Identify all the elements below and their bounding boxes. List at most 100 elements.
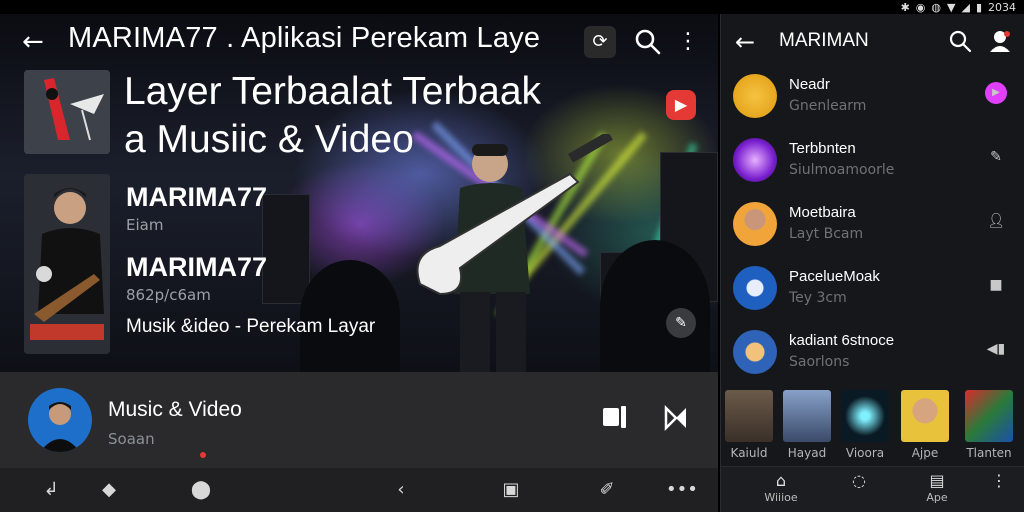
crowd-silhouette: [600, 240, 710, 372]
edit-icon[interactable]: ✎: [666, 308, 696, 338]
stop-icon[interactable]: ■: [985, 274, 1007, 296]
artist-photo-image: [24, 174, 110, 354]
play-icon[interactable]: ▶: [666, 90, 696, 120]
explore-icon: ◌: [852, 471, 866, 490]
heading-line-2: a Musiic & Video: [124, 118, 414, 161]
library-icon[interactable]: ⬤: [188, 478, 214, 502]
alarm-icon: ◉: [915, 0, 926, 14]
bottom-nav: ↲ ◆ ⬤ ‹ ▣ ✐ •••: [0, 468, 718, 512]
more-vert-icon[interactable]: ⋮: [676, 26, 700, 58]
heading-line-1: Layer Terbaalat Terbaak: [124, 70, 542, 113]
nav-label: Wiiioe: [764, 491, 798, 504]
side-bottom-nav: ⌂ Wiiioe ◌ ▤ Ape ⋮: [721, 466, 1024, 512]
mini-player[interactable]: Music & Video Soaan: [0, 372, 718, 468]
top-app-bar: ← MARIMA77 . Aplikasi Perekam Laye ⟳ ⋮: [0, 14, 718, 68]
mini-player-title: Music & Video: [108, 398, 242, 421]
album-art[interactable]: [24, 70, 110, 154]
avatar: [733, 74, 777, 118]
list-item-subtitle: Gnenlearm: [789, 98, 867, 114]
album-art-image: [24, 70, 110, 154]
list-item-name: Moetbaira: [789, 204, 856, 221]
avatar: [733, 202, 777, 246]
list-item-name: PacelueMoak: [789, 268, 880, 285]
video-heading: Layer Terbaalat Terbaak a Musiic & Video: [124, 68, 664, 164]
video-thumbnail-row: Kaiuld Hayad Vioora Ajpe Tlanten: [721, 386, 1024, 464]
edit-icon[interactable]: ✎: [985, 146, 1007, 168]
play-icon[interactable]: ▶: [985, 82, 1007, 104]
refresh-button[interactable]: ⟳: [584, 26, 616, 58]
nav-more[interactable]: ⋮: [975, 471, 1023, 491]
signal-icon: ◢: [961, 0, 970, 14]
list-item[interactable]: kadiant 6stnoce Saorlons ◀▮: [721, 324, 1024, 388]
notification-icon: ◍: [931, 0, 941, 14]
person-icon[interactable]: 👤︎: [985, 210, 1007, 232]
nav-label: Ape: [926, 491, 948, 504]
mini-player-thumbnail: [28, 388, 92, 452]
progress-indicator: [200, 452, 206, 458]
artist-name[interactable]: MARIMA77: [126, 252, 267, 283]
chevron-left-icon[interactable]: ‹: [388, 478, 414, 502]
thumbnail-image: [965, 390, 1013, 442]
thumbnail-image: [901, 390, 949, 442]
tabs-icon[interactable]: ▣: [498, 478, 524, 502]
amplifier: [262, 194, 310, 304]
avatar: [733, 138, 777, 182]
thumbnail-tile[interactable]: Kaiuld: [725, 390, 773, 462]
thumbnail-tile[interactable]: Vioora: [841, 390, 889, 462]
thumbnail-label: Ajpe: [911, 446, 939, 460]
nav-explore[interactable]: ◌: [835, 471, 883, 491]
artist-subtitle: 862p/c6am: [126, 286, 211, 304]
home-icon: ⌂: [775, 471, 787, 490]
search-icon[interactable]: [632, 26, 664, 58]
pause-icon[interactable]: [600, 402, 630, 432]
list-item-subtitle: Siulmoamoorle: [789, 162, 895, 178]
battery-icon: ▮: [975, 0, 982, 14]
list-item-name: kadiant 6stnoce: [789, 332, 895, 349]
avatar: [733, 266, 777, 310]
list-item[interactable]: Neadr Gnenlearm ▶: [721, 68, 1024, 132]
thumbnail-label: Tlanten: [966, 446, 1012, 460]
list-item-subtitle: Tey 3cm: [789, 290, 847, 306]
video-description: Musik &ideo - Perekam Layar: [126, 316, 376, 337]
thumbnail-image: [725, 390, 773, 442]
list-item[interactable]: PacelueMoak Tey 3cm ■: [721, 260, 1024, 324]
recents-icon[interactable]: ↲: [38, 478, 64, 502]
home-icon[interactable]: ◆: [96, 478, 122, 502]
more-vert-icon: ⋮: [991, 471, 1007, 490]
thumbnail-label: Vioora: [845, 446, 885, 460]
search-icon[interactable]: [947, 28, 973, 54]
more-horiz-icon[interactable]: •••: [666, 478, 698, 502]
mini-player-subtitle: Soaan: [108, 430, 155, 448]
thumbnail-label: Kaiuld: [730, 446, 768, 460]
nav-apps[interactable]: ▤ Ape: [913, 471, 961, 504]
avatar: [733, 330, 777, 374]
thumbnail-tile[interactable]: Hayad: [783, 390, 831, 462]
apps-icon: ▤: [929, 471, 945, 490]
back-arrow-icon[interactable]: ←: [735, 28, 755, 56]
artist-photo[interactable]: [24, 174, 110, 354]
pen-icon[interactable]: ✐: [594, 478, 620, 502]
volume-icon[interactable]: ◀▮: [985, 338, 1007, 360]
nav-home[interactable]: ⌂ Wiiioe: [757, 471, 805, 504]
status-time: 2034: [988, 0, 1016, 14]
side-panel: ← MARIMAN Neadr Gnenlearm ▶ Terbbnten Si…: [720, 14, 1024, 512]
list-item-subtitle: Layt Bcam: [789, 226, 864, 242]
list-item-name: Neadr: [789, 76, 830, 93]
thumbnail-label: Hayad: [787, 446, 827, 460]
status-bar: ✱ ◉ ◍ ▼ ◢ ▮ 2034: [0, 0, 1024, 14]
profile-icon[interactable]: [987, 28, 1013, 54]
list-item[interactable]: Terbbnten Siulmoamoorle ✎: [721, 132, 1024, 196]
status-icons: ✱ ◉ ◍ ▼ ◢ ▮ 2034: [901, 0, 1016, 14]
list-item-subtitle: Saorlons: [789, 354, 850, 370]
side-top-bar: ← MARIMAN: [721, 14, 1024, 68]
artist-name[interactable]: MARIMA77: [126, 182, 267, 213]
artist-subtitle: Eiam: [126, 216, 164, 234]
skip-icon[interactable]: [662, 404, 690, 432]
thumbnail-image: [841, 390, 889, 442]
thumbnail-tile[interactable]: Tlanten: [965, 390, 1013, 462]
thumbnail-image: [783, 390, 831, 442]
thumbnail-tile[interactable]: Ajpe: [901, 390, 949, 462]
back-arrow-icon[interactable]: ←: [22, 28, 50, 56]
list-item[interactable]: Moetbaira Layt Bcam 👤︎: [721, 196, 1024, 260]
page-title: MARIMA77 . Aplikasi Perekam Laye: [68, 22, 541, 54]
